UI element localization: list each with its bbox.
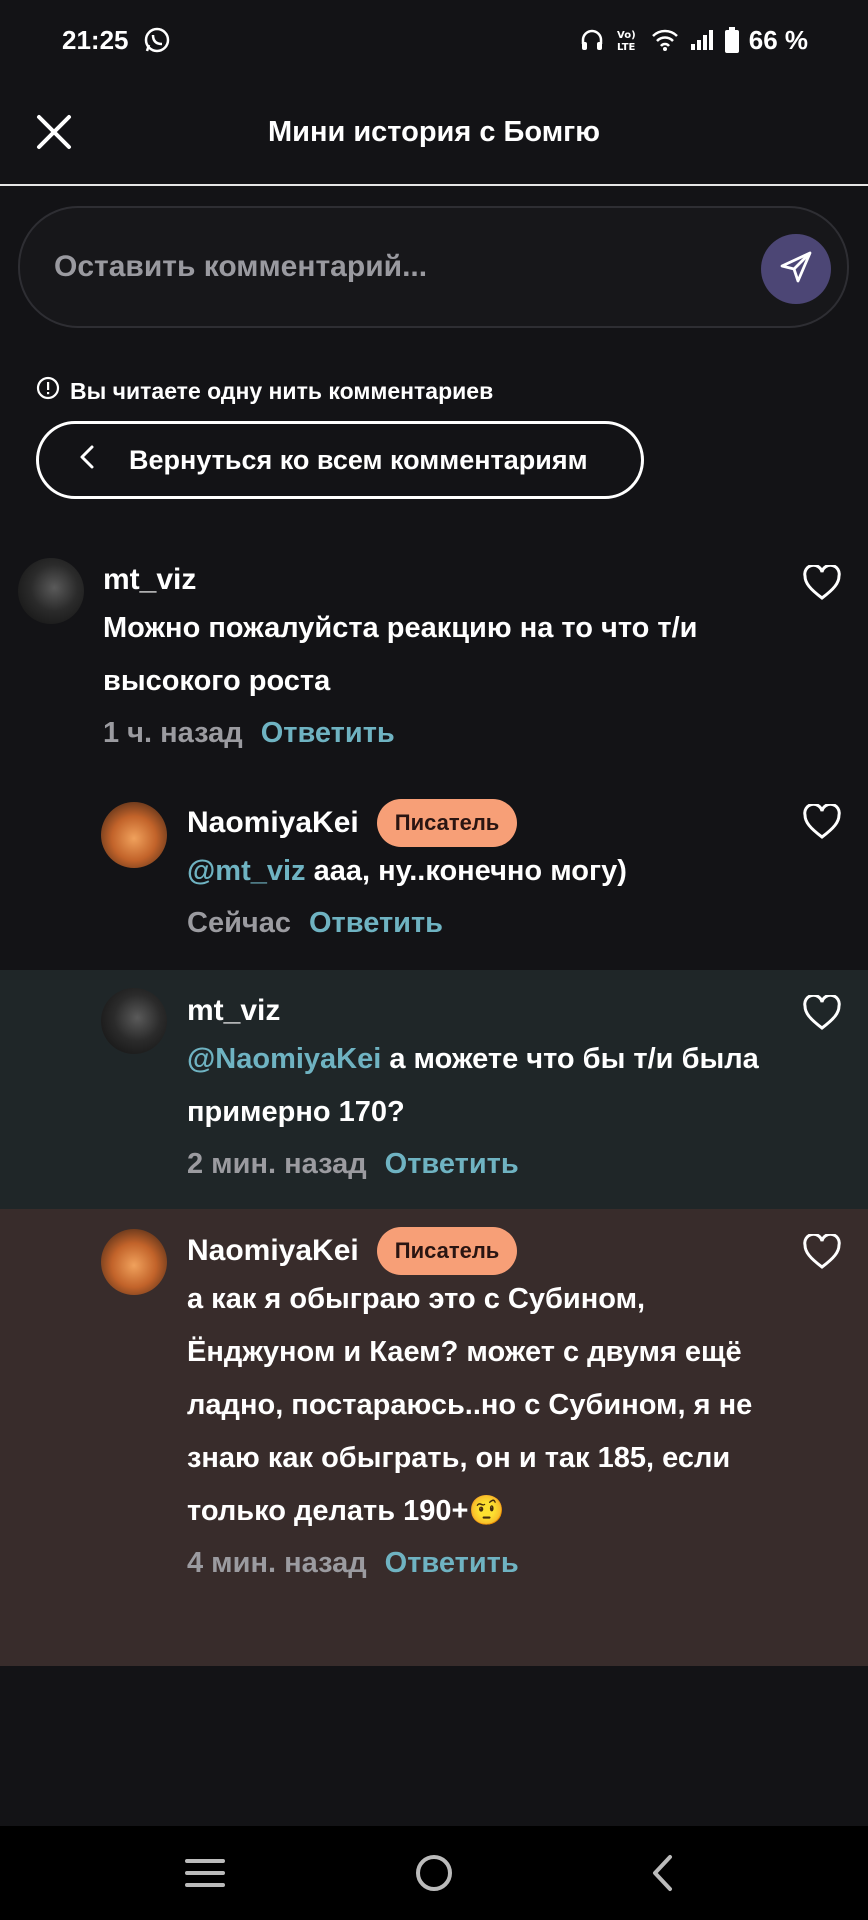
comment-time: 1 ч. назад — [103, 717, 243, 749]
wifi-icon — [651, 28, 679, 52]
comment-input-container — [18, 206, 849, 328]
signal-icon — [689, 28, 715, 52]
comment-time: 4 мин. назад — [187, 1547, 367, 1579]
svg-text:Vo): Vo) — [617, 30, 636, 41]
mention-link[interactable]: @mt_viz — [187, 855, 306, 887]
reply-button[interactable]: Ответить — [261, 708, 395, 758]
battery-icon — [724, 27, 739, 53]
comment-body: ааа, ну..конечно могу) — [305, 855, 627, 887]
comment-time: Сейчас — [187, 907, 291, 939]
comment-item: mt_viz @NaomiyaKei а можете что бы т/и б… — [0, 970, 868, 1209]
page-title: Мини история с Бомгю — [267, 115, 601, 148]
comment-text: @NaomiyaKei а можете что бы т/и была при… — [187, 1033, 787, 1139]
headphones-icon — [579, 27, 605, 53]
battery-level: 66 % — [748, 24, 808, 55]
thread-notice: Вы читаете одну нить комментариев — [36, 376, 493, 406]
send-icon — [778, 249, 814, 290]
comment-item: NaomiyaKei Писатель а как я обыграю это … — [0, 1209, 868, 1666]
back-icon[interactable] — [633, 1843, 693, 1903]
comment-username[interactable]: NaomiyaKei — [187, 1234, 359, 1268]
comment-username[interactable]: mt_viz — [187, 994, 280, 1028]
comment-text: а как я обыграю это с Субином, Ёнджуном … — [187, 1273, 757, 1538]
mention-link[interactable]: @NaomiyaKei — [187, 1043, 381, 1075]
comment-time: 2 мин. назад — [187, 1148, 367, 1180]
volte-icon: Vo) LTE — [615, 27, 641, 53]
comment-body: а как я обыграю это с Субином, Ёнджуном … — [187, 1283, 753, 1527]
heart-icon[interactable] — [802, 802, 842, 840]
recent-apps-icon[interactable] — [175, 1843, 235, 1903]
writer-badge: Писатель — [376, 799, 518, 847]
comment-text: @mt_viz ааа, ну..конечно могу) — [187, 845, 807, 898]
heart-icon[interactable] — [802, 1232, 842, 1270]
send-button[interactable] — [761, 234, 831, 304]
avatar[interactable] — [101, 802, 167, 868]
heart-icon[interactable] — [802, 993, 842, 1031]
status-bar: 21:25 Vo) LTE 66 % — [0, 0, 868, 80]
heart-icon[interactable] — [802, 563, 842, 601]
comment-item: mt_viz Можно пожалуйста реакцию на то чт… — [0, 540, 868, 770]
reply-button[interactable]: Ответить — [309, 898, 443, 948]
thread-notice-text: Вы читаете одну нить комментариев — [70, 377, 494, 404]
avatar[interactable] — [18, 558, 84, 624]
writer-badge: Писатель — [376, 1227, 518, 1275]
chevron-left-icon — [79, 444, 95, 477]
comment-item: NaomiyaKei Писатель @mt_viz ааа, ну..кон… — [0, 770, 868, 970]
status-time: 21:25 — [62, 24, 129, 55]
whatsapp-icon — [143, 26, 171, 54]
reply-button[interactable]: Ответить — [385, 1538, 519, 1588]
info-icon — [36, 376, 60, 406]
home-icon[interactable] — [404, 1843, 464, 1903]
header: Мини история с Бомгю — [0, 80, 868, 186]
close-icon[interactable] — [34, 112, 74, 152]
back-button-label: Вернуться ко всем комментариям — [129, 444, 588, 475]
comment-username[interactable]: mt_viz — [103, 563, 196, 597]
avatar[interactable] — [101, 1229, 167, 1295]
comment-input[interactable] — [54, 250, 704, 284]
navigation-bar — [0, 1826, 868, 1920]
comment-body: Можно пожалуйста реакцию на то что т/и в… — [103, 612, 698, 697]
comment-username[interactable]: NaomiyaKei — [187, 806, 359, 840]
reply-button[interactable]: Ответить — [385, 1139, 519, 1189]
back-to-all-comments-button[interactable]: Вернуться ко всем комментариям — [36, 421, 644, 499]
svg-text:LTE: LTE — [617, 42, 636, 53]
comment-text: Можно пожалуйста реакцию на то что т/и в… — [103, 602, 763, 708]
avatar[interactable] — [101, 988, 167, 1054]
